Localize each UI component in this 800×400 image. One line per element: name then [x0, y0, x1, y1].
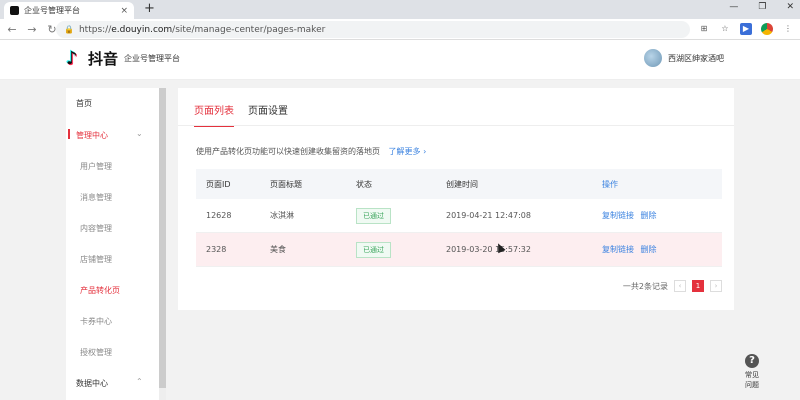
- help-widget[interactable]: ? 常见 问题: [738, 354, 766, 390]
- logo[interactable]: ♪ 抖音 企业号管理平台: [66, 48, 180, 69]
- tiktok-note-icon: ♪: [66, 47, 78, 69]
- sidebar-item-content[interactable]: 内容管理: [80, 223, 112, 234]
- site-header: ♪ 抖音 企业号管理平台 西湖区绅家酒吧: [0, 40, 800, 80]
- total-records: 一共2条记录: [622, 281, 668, 291]
- header-page-title: 页面标题: [270, 179, 302, 189]
- next-page-button[interactable]: ›: [710, 280, 722, 292]
- copy-link-button[interactable]: 复制链接: [602, 245, 634, 254]
- url-path: /site/manage-center/pages-maker: [172, 24, 326, 35]
- cell-actions: 复制链接 删除: [602, 244, 722, 255]
- forward-button[interactable]: →: [24, 23, 40, 36]
- browser-toolbar: ← → ↻ 🔒 https://e.douyin.com/site/manage…: [0, 19, 800, 40]
- prev-page-button[interactable]: ‹: [674, 280, 686, 292]
- chrome-icon[interactable]: [761, 23, 773, 35]
- sidebar-item-home[interactable]: 首页: [76, 98, 92, 109]
- table-header: 页面ID 页面标题 状态 创建时间 操作: [196, 169, 722, 199]
- pagination: 一共2条记录 ‹ 1 ›: [623, 280, 722, 292]
- copy-link-button[interactable]: 复制链接: [602, 211, 634, 220]
- intro-text: 使用产品转化页功能可以快速创建收集留资的落地页 了解更多 ›: [196, 146, 426, 157]
- scrollbar-thumb[interactable]: [159, 88, 166, 388]
- cell-created-time: 2019-03-20 15:57:32: [446, 245, 531, 254]
- extension-icon[interactable]: ▶: [740, 23, 752, 35]
- translate-icon[interactable]: ⊞: [698, 23, 710, 35]
- url-prefix: https://: [78, 24, 112, 35]
- table-row: 12628 冰淇淋 已通过 2019-04-21 12:47:08 复制链接 删…: [196, 199, 722, 233]
- user-menu[interactable]: 西湖区绅家酒吧: [644, 49, 724, 67]
- close-window-button[interactable]: ✕: [786, 2, 794, 12]
- cell-created-time: 2019-04-21 12:47:08: [446, 211, 531, 220]
- intro-description: 使用产品转化页功能可以快速创建收集留资的落地页: [196, 147, 380, 156]
- tab-close-icon[interactable]: ×: [120, 6, 128, 16]
- url-host: e.douyin.com: [111, 24, 173, 35]
- back-button[interactable]: ←: [4, 23, 20, 36]
- active-indicator: [68, 129, 70, 139]
- sidebar-item-manage-center[interactable]: 管理中心: [76, 130, 108, 141]
- main-panel: 页面列表 页面设置 使用产品转化页功能可以快速创建收集留资的落地页 了解更多 ›…: [178, 88, 734, 310]
- header-status: 状态: [356, 179, 372, 189]
- cell-page-id: 2328: [206, 245, 227, 254]
- sidebar-scrollbar[interactable]: [159, 88, 166, 400]
- tab-page-list[interactable]: 页面列表: [194, 102, 234, 127]
- cell-actions: 复制链接 删除: [602, 210, 722, 221]
- sidebar: 首页 管理中心 ⌄ 用户管理 消息管理 内容管理 店铺管理 产品转化页 卡券中心…: [66, 88, 166, 400]
- browser-tab[interactable]: 企业号管理平台 ×: [4, 2, 134, 19]
- browser-tab-bar: 企业号管理平台 × + — ❐ ✕: [0, 0, 800, 19]
- extension-icons: ⊞ ☆ ▶ ⋮: [698, 23, 794, 35]
- header-page-id: 页面ID: [206, 179, 231, 189]
- tabs-divider: [178, 125, 734, 126]
- tab-title: 企业号管理平台: [24, 6, 80, 15]
- sidebar-item-authorization[interactable]: 授权管理: [80, 347, 112, 358]
- sidebar-item-data-center[interactable]: 数据中心: [76, 378, 108, 389]
- sidebar-item-product-page[interactable]: 产品转化页: [80, 285, 120, 296]
- lock-icon: 🔒: [64, 25, 74, 34]
- status-badge: 已通过: [356, 207, 391, 224]
- tab-page-settings[interactable]: 页面设置: [248, 102, 288, 127]
- user-name: 西湖区绅家酒吧: [668, 53, 724, 63]
- sidebar-item-coupons[interactable]: 卡券中心: [80, 316, 112, 327]
- address-bar[interactable]: 🔒 https://e.douyin.com/site/manage-cente…: [56, 21, 690, 38]
- sidebar-item-store[interactable]: 店铺管理: [80, 254, 112, 265]
- table-row: 2328 美食 已通过 2019-03-20 15:57:32 复制链接 删除: [196, 233, 722, 267]
- chevron-down-icon[interactable]: ⌄: [136, 129, 143, 138]
- tiktok-favicon-icon: [10, 6, 19, 15]
- menu-kebab-icon[interactable]: ⋮: [782, 23, 794, 35]
- sidebar-item-messages[interactable]: 消息管理: [80, 192, 112, 203]
- cell-page-title: 美食: [270, 245, 286, 254]
- current-page-button[interactable]: 1: [692, 280, 704, 292]
- maximize-button[interactable]: ❐: [758, 2, 766, 12]
- help-label-line1: 常见: [745, 371, 759, 379]
- delete-button[interactable]: 删除: [641, 211, 657, 220]
- cell-page-title: 冰淇淋: [270, 211, 294, 220]
- logo-text: 抖音: [88, 50, 119, 68]
- status-badge: 已通过: [356, 241, 391, 258]
- page-tabs: 页面列表 页面设置: [194, 102, 288, 127]
- delete-button[interactable]: 删除: [641, 245, 657, 254]
- cell-status: 已通过: [356, 207, 446, 224]
- header-created-time: 创建时间: [446, 179, 478, 189]
- logo-subtitle: 企业号管理平台: [124, 54, 181, 63]
- bookmark-star-icon[interactable]: ☆: [719, 23, 731, 35]
- learn-more-link[interactable]: 了解更多 ›: [389, 147, 427, 156]
- header-actions: 操作: [602, 179, 618, 189]
- cell-page-id: 12628: [206, 211, 232, 220]
- minimize-button[interactable]: —: [729, 2, 738, 12]
- cell-status: 已通过: [356, 241, 446, 258]
- new-tab-button[interactable]: +: [144, 1, 155, 16]
- window-controls: — ❐ ✕: [729, 2, 794, 12]
- chevron-up-icon[interactable]: ⌃: [136, 377, 143, 386]
- avatar: [644, 49, 662, 67]
- question-icon: ?: [745, 354, 759, 368]
- pages-table: 页面ID 页面标题 状态 创建时间 操作 12628 冰淇淋 已通过 2019-…: [196, 169, 722, 267]
- help-label-line2: 问题: [745, 381, 759, 389]
- sidebar-item-users[interactable]: 用户管理: [80, 161, 112, 172]
